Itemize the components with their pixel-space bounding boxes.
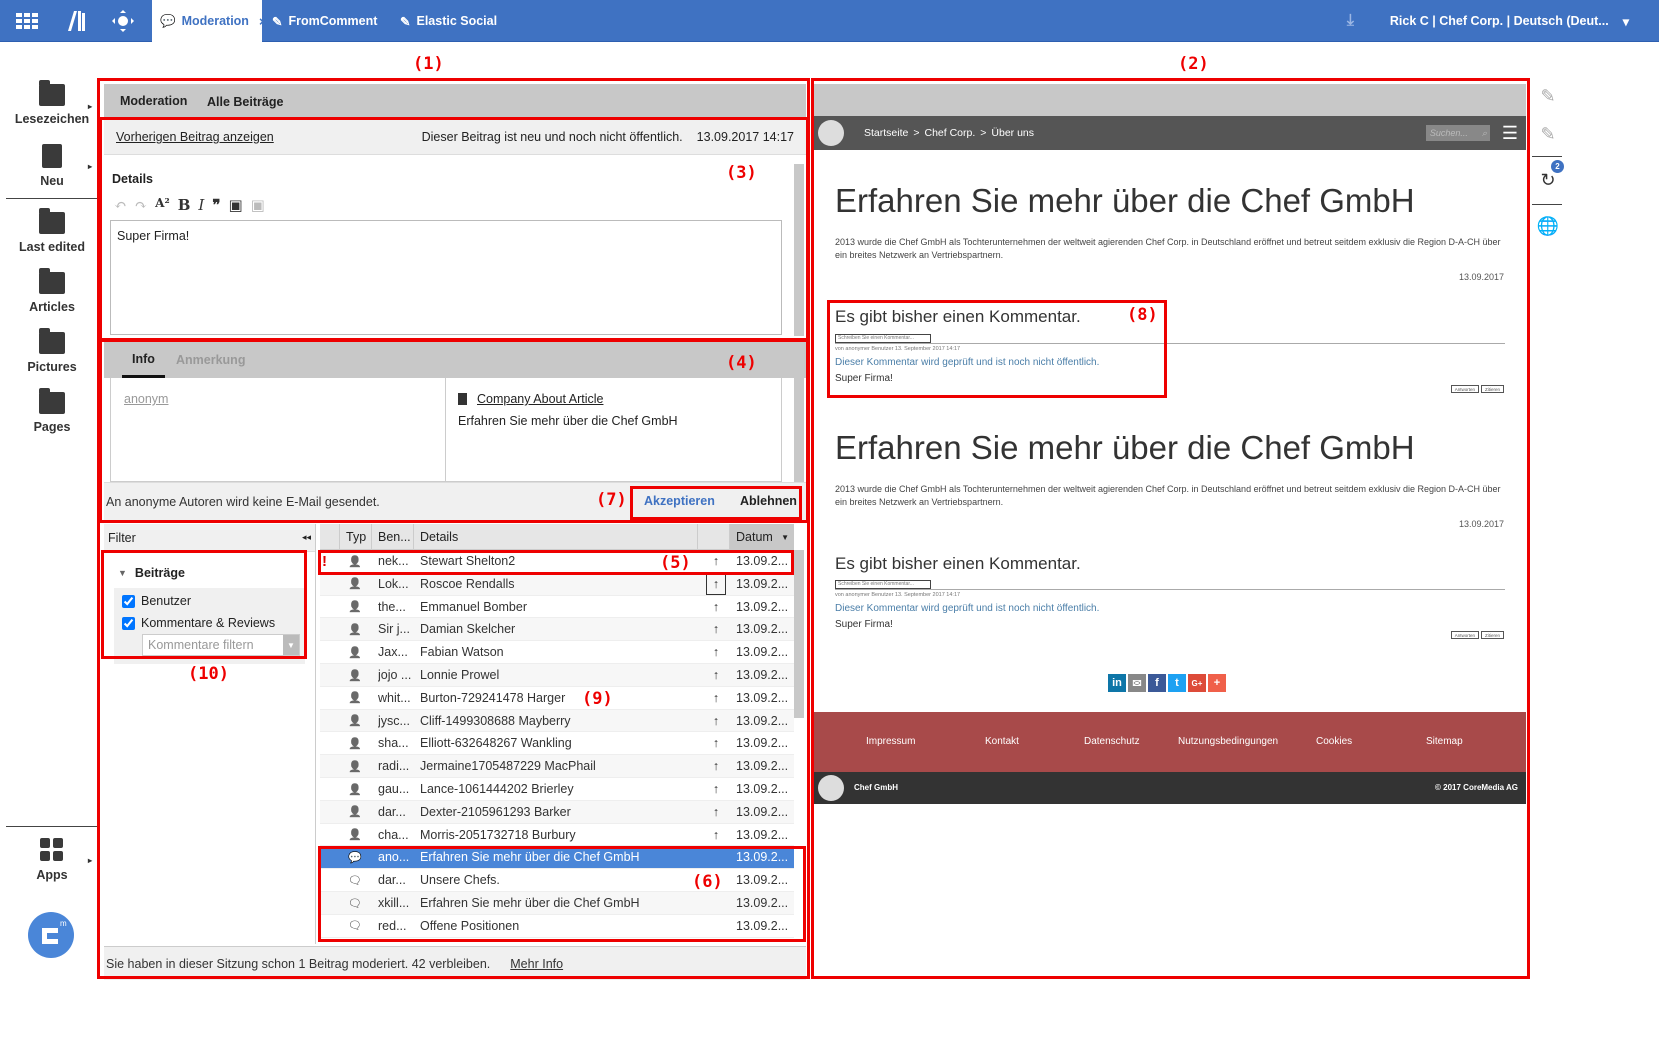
- annotation-label: (4): [726, 353, 757, 373]
- nav-label: Apps: [36, 868, 68, 882]
- nav-last-edited[interactable]: Last edited: [0, 208, 104, 254]
- annotation-box-3: [99, 117, 809, 341]
- tab-label: FromComment: [288, 14, 378, 28]
- annotation-box-7: [630, 486, 802, 520]
- svg-text:m: m: [60, 919, 67, 928]
- tab-fromcomment[interactable]: ✎ FromComment: [264, 0, 385, 42]
- library-icon[interactable]: [64, 0, 88, 42]
- chevron-down-icon: ▾: [1622, 14, 1629, 29]
- annotation-label: (7): [596, 490, 627, 510]
- nav-label: Last edited: [19, 240, 85, 254]
- submenu-arrow-icon: ▸: [87, 856, 92, 865]
- nav-label: Neu: [40, 174, 64, 188]
- top-bar: 💬 Moderation × ✎ FromComment ✎ Elastic S…: [0, 0, 1659, 42]
- withdraw-globe-icon[interactable]: 🌐: [1536, 214, 1560, 238]
- nav-label: Lesezeichen: [14, 112, 90, 126]
- download-icon[interactable]: ⤓: [1347, 12, 1354, 30]
- search-folder-icon: [39, 388, 65, 414]
- nav-label: Pictures: [27, 360, 77, 374]
- nav-lesezeichen[interactable]: Lesezeichen ▸: [0, 80, 104, 126]
- annotation-label: (3): [726, 163, 757, 183]
- search-folder-icon: [39, 328, 65, 354]
- annotation-label: (5): [660, 553, 691, 573]
- annotation-box-2: [811, 78, 1530, 979]
- approve-edit-icon[interactable]: ✎: [1536, 84, 1560, 108]
- annotation-label: (6): [692, 872, 723, 892]
- coremedia-logo[interactable]: m: [28, 912, 74, 958]
- search-folder-icon: [39, 208, 65, 234]
- nav-apps[interactable]: Apps ▸: [0, 838, 104, 882]
- annotation-box-10: [101, 550, 307, 659]
- notification-badge: 2: [1551, 160, 1564, 173]
- annotation-box-8: [827, 300, 1167, 398]
- nav-pages[interactable]: Pages: [0, 388, 104, 434]
- navigation-icon[interactable]: [110, 0, 136, 42]
- pencil-icon: ✎: [400, 14, 411, 29]
- user-label: Rick C | Chef Corp. | Deutsch (Deut...: [1389, 14, 1609, 28]
- user-menu[interactable]: ⤓ Rick C | Chef Corp. | Deutsch (Deut...…: [1347, 0, 1629, 42]
- right-toolbar: ✎ ✎ ↻ 2 🌐: [1530, 84, 1566, 284]
- nav-neu[interactable]: Neu ▸: [0, 144, 104, 188]
- annotation-box-5: [318, 550, 794, 575]
- annotation-label: (10): [188, 664, 229, 684]
- nav-articles[interactable]: Articles: [0, 268, 104, 314]
- tab-label: Elastic Social: [416, 14, 498, 28]
- search-folder-icon: [39, 268, 65, 294]
- moderation-icon: 💬: [160, 13, 176, 28]
- annotation-label: (9): [582, 689, 613, 709]
- tab-label: Moderation: [181, 14, 249, 28]
- annotation-label: (1): [413, 54, 444, 74]
- pencil-icon: ✎: [272, 14, 283, 29]
- apps-icon: [40, 838, 63, 861]
- nav-divider: [6, 826, 100, 827]
- apps-grid-icon[interactable]: [14, 0, 40, 42]
- divider: [1532, 204, 1562, 205]
- annotation-box-6: [318, 846, 806, 942]
- nav-label: Pages: [33, 420, 71, 434]
- nav-pictures[interactable]: Pictures: [0, 328, 104, 374]
- annotation-label: (8): [1127, 305, 1158, 325]
- divider: [1532, 156, 1562, 157]
- reject-edit-icon[interactable]: ✎: [1536, 122, 1560, 146]
- submenu-arrow-icon: ▸: [87, 162, 92, 171]
- tab-elastic-social[interactable]: ✎ Elastic Social: [392, 0, 505, 42]
- new-document-icon: [42, 144, 62, 168]
- nav-label: Articles: [29, 300, 75, 314]
- submenu-arrow-icon: ▸: [87, 102, 92, 111]
- bookmark-folder-icon: [39, 80, 65, 106]
- left-navigation: Lesezeichen ▸ Neu ▸ Last edited Articles…: [0, 42, 104, 1040]
- annotation-label: (2): [1178, 54, 1209, 74]
- tab-moderation[interactable]: 💬 Moderation ×: [152, 0, 267, 42]
- nav-divider: [6, 198, 100, 199]
